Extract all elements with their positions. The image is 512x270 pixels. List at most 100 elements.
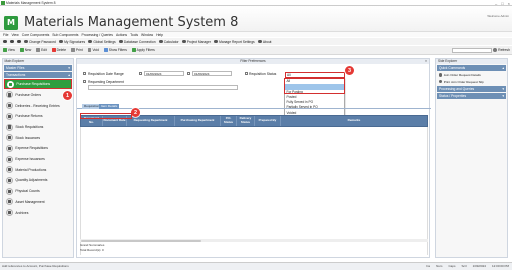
column-header[interactable]: Prepared By — [255, 116, 281, 126]
my-signatures-button[interactable]: My Signatures — [59, 40, 85, 44]
sidebar-item-physical-counts[interactable]: Physical Counts — [4, 186, 72, 196]
sidebar-item-stock-issuances[interactable]: Stock Issuances — [4, 133, 72, 143]
collapse-icon: ▴ — [68, 72, 70, 77]
refresh-button[interactable]: Refresh — [498, 48, 510, 52]
menu-help[interactable]: Help — [156, 33, 163, 37]
system-toolbar: Change Password My Signatures Global Set… — [0, 38, 512, 45]
column-header[interactable]: Delivery Status — [237, 116, 255, 126]
globe-icon — [88, 39, 93, 44]
home-icon[interactable] — [16, 39, 21, 44]
print-join-order-slip-link[interactable]: Print Join Order Request Slip — [436, 78, 507, 85]
view-label: View — [7, 48, 15, 52]
horizontal-scrollbar[interactable] — [80, 239, 428, 242]
forward-icon[interactable] — [9, 39, 14, 44]
sidebar-item-purchase-requisitions[interactable]: Purchase Requisitions — [4, 79, 72, 90]
sidebar-item-label: Expense Requisitions — [15, 146, 48, 151]
edit-button[interactable]: Edit — [35, 48, 47, 53]
sidebar-item-label: Purchase Requisitions — [16, 82, 51, 87]
quick-search-input[interactable] — [452, 48, 493, 53]
status-bar: Add references to Account, Purchase Requ… — [0, 262, 512, 270]
apply-filters-button[interactable]: Apply Filters — [131, 48, 156, 53]
sidebar-item-deliveries[interactable]: Deliveries - Receiving Entries — [4, 101, 72, 111]
void-label: Void — [92, 48, 99, 52]
calculator-button[interactable]: Calculator — [158, 39, 179, 44]
date-from-input[interactable]: 01/09/2024 — [144, 71, 184, 76]
void-button[interactable]: Void — [87, 48, 100, 53]
minimize-button[interactable]: – — [495, 1, 497, 6]
sidebar-item-quantity-adjustments[interactable]: Quantity Adjustments — [4, 175, 72, 185]
date-from-checkbox[interactable] — [139, 72, 142, 75]
dropdown-highlight-box — [284, 78, 345, 94]
sidebar-item-material-productions[interactable]: Material Productions — [4, 165, 72, 175]
report-icon — [214, 39, 218, 44]
date-range-checkbox[interactable] — [83, 72, 86, 75]
about-button[interactable]: About — [257, 40, 271, 44]
maximize-button[interactable]: □ — [501, 1, 503, 6]
delete-button[interactable]: Delete — [51, 48, 67, 53]
menu-actions[interactable]: Actions — [116, 33, 127, 37]
order-icon — [6, 91, 13, 99]
menu-view[interactable]: View — [11, 33, 18, 37]
join-order-details-link[interactable]: Join Order Request Details — [436, 72, 507, 79]
side-explorer: Side Explorer Quick Commands ▴ Join Order… — [435, 58, 508, 258]
project-manager-button[interactable]: Project Manager — [181, 39, 211, 44]
callout-2: 2 — [131, 108, 140, 117]
menu-core-components[interactable]: Core Components — [22, 33, 50, 37]
status-checkbox[interactable] — [245, 72, 248, 75]
date-to-checkbox[interactable] — [187, 72, 190, 75]
back-icon[interactable] — [3, 39, 7, 44]
date-to-input[interactable]: 01/09/2024 — [192, 71, 232, 76]
sidebar-item-label: Deliveries - Receiving Entries — [15, 103, 60, 108]
column-header[interactable]: P.O. Status — [221, 116, 237, 126]
processing-queries-section[interactable]: Processing and Queries ▾ — [437, 85, 506, 92]
sidebar-item-asset-management[interactable]: Asset Management — [4, 197, 72, 207]
sidebar-item-expense-requisitions[interactable]: Expense Requisitions — [4, 143, 72, 153]
database-connection-button[interactable]: Database Connection — [118, 40, 156, 44]
record-toolbar: View New Edit Delete Print Void Show Fil… — [0, 46, 512, 55]
menu-bar: File View Core Components Sub Components… — [0, 31, 512, 37]
grid-header: Document No. Document Date Requesting De… — [80, 115, 428, 127]
department-checkbox[interactable] — [83, 80, 86, 83]
department-select[interactable] — [88, 85, 238, 90]
menu-window[interactable]: Window — [141, 33, 153, 37]
stock-issuance-icon — [6, 134, 13, 142]
asset-icon — [6, 198, 13, 206]
welcome-text: Welcome Admin — [487, 14, 509, 18]
status-message: Add references to Account, Purchase Requ… — [2, 264, 69, 268]
expense-requisition-icon — [6, 144, 13, 152]
view-button[interactable]: View — [2, 48, 16, 53]
tab-item-details[interactable]: Item Details — [99, 103, 120, 109]
change-password-button[interactable]: Change Password — [23, 40, 56, 44]
project-icon — [181, 39, 186, 44]
scroll-thumb[interactable] — [81, 239, 201, 242]
column-header[interactable]: Requesting Department — [127, 116, 175, 126]
menu-sub-components[interactable]: Sub Components — [52, 33, 78, 37]
refresh-icon[interactable] — [493, 48, 498, 53]
print-button[interactable]: Print — [70, 48, 84, 53]
sidebar-item-archives[interactable]: Archives — [4, 207, 72, 217]
calculator-label: Calculator — [163, 39, 179, 44]
new-button[interactable]: New — [19, 48, 32, 53]
main-explorer-title: Main Explorer — [3, 59, 73, 64]
quick-commands-section[interactable]: Quick Commands ▴ — [437, 64, 506, 71]
logo-letter: M — [7, 17, 15, 27]
sidebar-item-purchase-returns[interactable]: Purchase Returns — [4, 111, 72, 121]
sidebar-item-expense-issuances[interactable]: Expense Issuances — [4, 154, 72, 164]
master-files-section[interactable]: Master Files ▾ — [4, 64, 72, 71]
close-button[interactable]: × — [508, 1, 510, 6]
manage-report-settings-button[interactable]: Manage Report Settings — [214, 40, 255, 44]
transactions-section[interactable]: Transactions ▴ — [4, 71, 72, 78]
menu-tools[interactable]: Tools — [130, 33, 138, 37]
status-properties-section[interactable]: Status / Properties ▾ — [437, 92, 506, 99]
sidebar-item-stock-requisitions[interactable]: Stock Requisitions — [4, 122, 72, 132]
global-settings-button[interactable]: Global Settings — [88, 39, 116, 44]
show-filters-label: Show Filters — [108, 48, 127, 52]
menu-processing[interactable]: Processing / Queries — [82, 33, 113, 37]
column-header[interactable]: Remarks — [281, 116, 427, 126]
show-filters-button[interactable]: Show Filters — [103, 48, 128, 53]
menu-file[interactable]: File — [3, 33, 8, 37]
column-header[interactable]: Purchasing Department — [175, 116, 221, 126]
sidebar-item-purchase-orders[interactable]: Purchase Orders — [4, 90, 72, 100]
join-order-details-label: Join Order Request Details — [443, 72, 481, 77]
num-indicator: Num — [436, 264, 443, 268]
